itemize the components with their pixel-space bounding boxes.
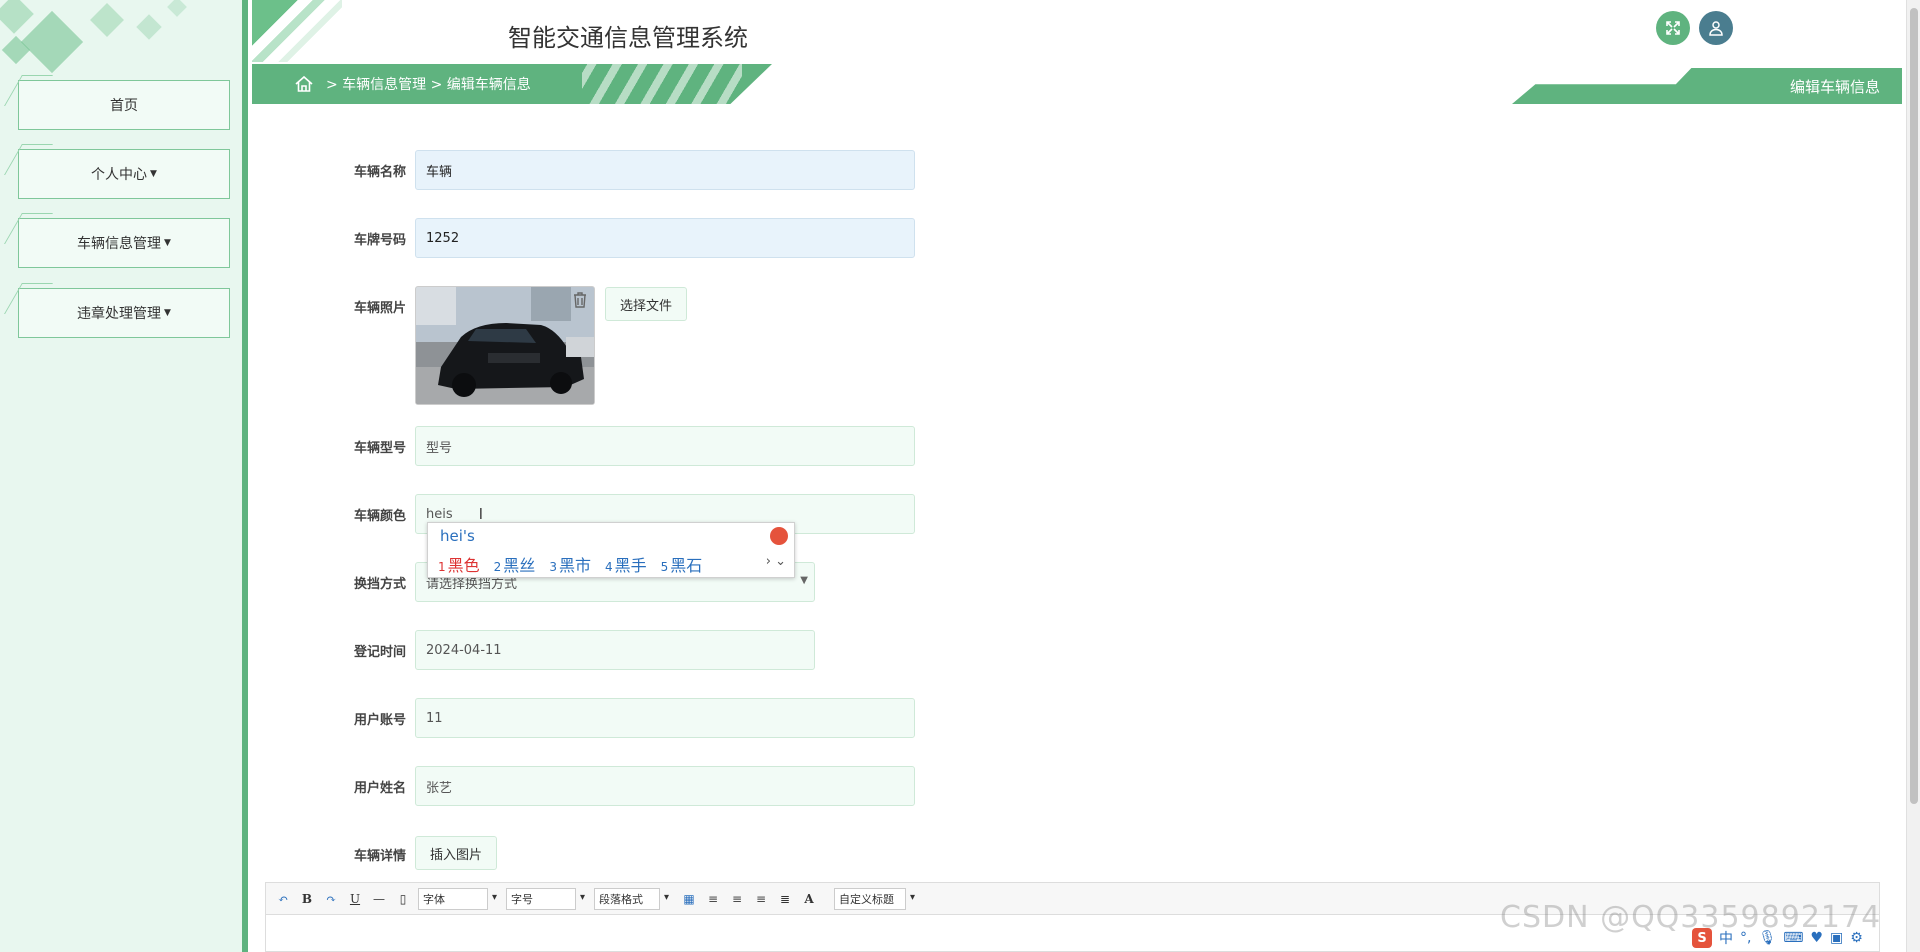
ime-composition: hei's bbox=[440, 527, 475, 545]
toolbox-icon[interactable]: ▣ bbox=[1830, 930, 1843, 946]
undo-icon[interactable]: ↶ bbox=[274, 889, 292, 909]
label-vehicle-color: 车辆颜色 bbox=[353, 509, 406, 524]
sidebar: 首页 个人中心 ▼ 车辆信息管理 ▼ 违章处理管理 ▼ bbox=[0, 0, 248, 952]
fullscreen-button[interactable] bbox=[1656, 11, 1690, 45]
page-title-tab: 编辑车辆信息 bbox=[1512, 68, 1902, 104]
insert-image-button[interactable]: 插入图片 bbox=[415, 836, 497, 870]
user-icon bbox=[1709, 21, 1723, 36]
ime-logo-icon bbox=[770, 527, 788, 545]
label-vehicle-model: 车辆型号 bbox=[353, 441, 406, 456]
home-icon[interactable] bbox=[294, 74, 314, 94]
user-name-input[interactable]: 张艺 bbox=[415, 766, 915, 806]
page-title: 编辑车辆信息 bbox=[1789, 78, 1880, 96]
sogou-ime-icon[interactable]: S bbox=[1692, 928, 1712, 948]
sidebar-item-vehicle-info[interactable]: 车辆信息管理 ▼ bbox=[18, 218, 230, 268]
header-decoration bbox=[252, 0, 342, 62]
keyboard-icon[interactable]: ⌨ bbox=[1783, 930, 1803, 946]
punctuation-icon[interactable]: °, bbox=[1740, 930, 1751, 946]
vehicle-name-input[interactable]: 车辆 bbox=[415, 150, 915, 190]
label-vehicle-detail: 车辆详情 bbox=[353, 849, 406, 864]
ime-language-indicator[interactable]: 中 bbox=[1719, 928, 1733, 948]
label-vehicle-name: 车辆名称 bbox=[353, 165, 406, 180]
breadcrumb-stripes bbox=[582, 64, 742, 104]
register-time-input[interactable]: 2024-04-11 bbox=[415, 630, 815, 670]
ime-next-page-icon[interactable]: › ⌄ bbox=[766, 554, 786, 569]
chevron-down-icon: ▼ bbox=[800, 575, 808, 586]
caret-down-icon: ▼ bbox=[164, 308, 171, 318]
custom-title-select[interactable]: 自定义标题 bbox=[834, 887, 915, 910]
sidebar-item-label: 个人中心 bbox=[91, 167, 148, 183]
breadcrumb-text[interactable]: > 车辆信息管理 > 编辑车辆信息 bbox=[326, 74, 531, 94]
label-user-name: 用户姓名 bbox=[353, 781, 406, 796]
trash-icon[interactable] bbox=[570, 290, 590, 310]
align-left-icon[interactable]: ≡ bbox=[704, 889, 722, 909]
ime-candidate[interactable]: 3 黑市 bbox=[549, 552, 591, 576]
horizontal-rule-icon[interactable]: — bbox=[370, 889, 388, 909]
user-account-input[interactable]: 11 bbox=[415, 698, 915, 738]
app-title: 智能交通信息管理系统 bbox=[508, 24, 748, 52]
vehicle-name-value: 车辆 bbox=[426, 164, 453, 180]
paragraph-format-select[interactable]: 段落格式 bbox=[594, 887, 669, 910]
label-plate-number: 车牌号码 bbox=[353, 233, 406, 248]
scrollbar-thumb[interactable] bbox=[1910, 8, 1918, 804]
skin-icon[interactable]: ♥ bbox=[1810, 930, 1823, 946]
font-color-button[interactable]: A bbox=[800, 889, 818, 909]
user-account-value: 11 bbox=[426, 710, 443, 726]
page-scrollbar[interactable] bbox=[1906, 0, 1920, 952]
font-size-select[interactable]: 字号 bbox=[506, 887, 585, 910]
label-user-account: 用户账号 bbox=[353, 713, 406, 728]
table-icon[interactable]: ▦ bbox=[680, 889, 698, 909]
ime-candidate[interactable]: 5 黑石 bbox=[661, 552, 703, 576]
ime-candidate[interactable]: 1 黑色 bbox=[438, 552, 480, 576]
breadcrumb: > 车辆信息管理 > 编辑车辆信息 bbox=[252, 64, 772, 104]
ime-candidate[interactable]: 4 黑手 bbox=[605, 552, 647, 576]
redo-icon[interactable]: ↷ bbox=[322, 889, 340, 909]
user-menu-button[interactable] bbox=[1699, 11, 1733, 45]
user-name-value: 张艺 bbox=[426, 780, 453, 796]
label-vehicle-photo: 车辆照片 bbox=[353, 301, 406, 316]
sidebar-item-personal-center[interactable]: 个人中心 ▼ bbox=[18, 149, 230, 199]
align-center-icon[interactable]: ≡ bbox=[752, 889, 770, 909]
caret-down-icon: ▼ bbox=[150, 169, 157, 179]
label-register-time: 登记时间 bbox=[353, 645, 406, 660]
align-justify-icon[interactable]: ≣ bbox=[776, 889, 794, 909]
microphone-icon[interactable]: 🎙 bbox=[1758, 930, 1776, 946]
register-time-value: 2024-04-11 bbox=[426, 642, 502, 658]
align-right-icon[interactable]: ≡ bbox=[728, 889, 746, 909]
plate-number-input[interactable]: 1252 bbox=[415, 218, 915, 258]
vehicle-model-input[interactable]: 型号 bbox=[415, 426, 915, 466]
ime-candidates: 1 黑色 2 黑丝 3 黑市 4 黑手 5 黑石 bbox=[438, 552, 702, 576]
ime-candidate-popup: hei's 1 黑色 2 黑丝 3 黑市 4 黑手 5 黑石 › ⌄ bbox=[427, 522, 795, 578]
sidebar-item-label: 车辆信息管理 bbox=[77, 236, 162, 252]
sidebar-item-label: 违章处理管理 bbox=[77, 306, 162, 322]
sidebar-item-violation[interactable]: 违章处理管理 ▼ bbox=[18, 288, 230, 338]
settings-icon[interactable]: ⚙ bbox=[1850, 930, 1863, 946]
car-image bbox=[416, 287, 594, 404]
choose-file-button[interactable]: 选择文件 bbox=[605, 287, 687, 321]
vehicle-photo bbox=[415, 286, 595, 405]
text-cursor-icon: I bbox=[478, 505, 484, 523]
vehicle-model-value: 型号 bbox=[426, 440, 453, 456]
plate-number-value: 1252 bbox=[426, 230, 460, 246]
system-tray: S 中 °, 🎙 ⌨ ♥ ▣ ⚙ bbox=[1692, 924, 1920, 952]
fullscreen-icon bbox=[1666, 21, 1680, 35]
label-shift-mode: 换挡方式 bbox=[353, 577, 406, 592]
underline-button[interactable]: U bbox=[346, 889, 364, 909]
sidebar-item-label: 首页 bbox=[110, 98, 138, 114]
bold-button[interactable]: B bbox=[298, 889, 316, 909]
page-icon[interactable]: ▯ bbox=[394, 889, 412, 909]
caret-down-icon: ▼ bbox=[164, 238, 171, 248]
ime-candidate[interactable]: 2 黑丝 bbox=[494, 552, 536, 576]
vehicle-color-value: heis bbox=[426, 506, 453, 522]
sidebar-item-home[interactable]: 首页 bbox=[18, 80, 230, 130]
font-family-select[interactable]: 字体 bbox=[418, 887, 497, 910]
